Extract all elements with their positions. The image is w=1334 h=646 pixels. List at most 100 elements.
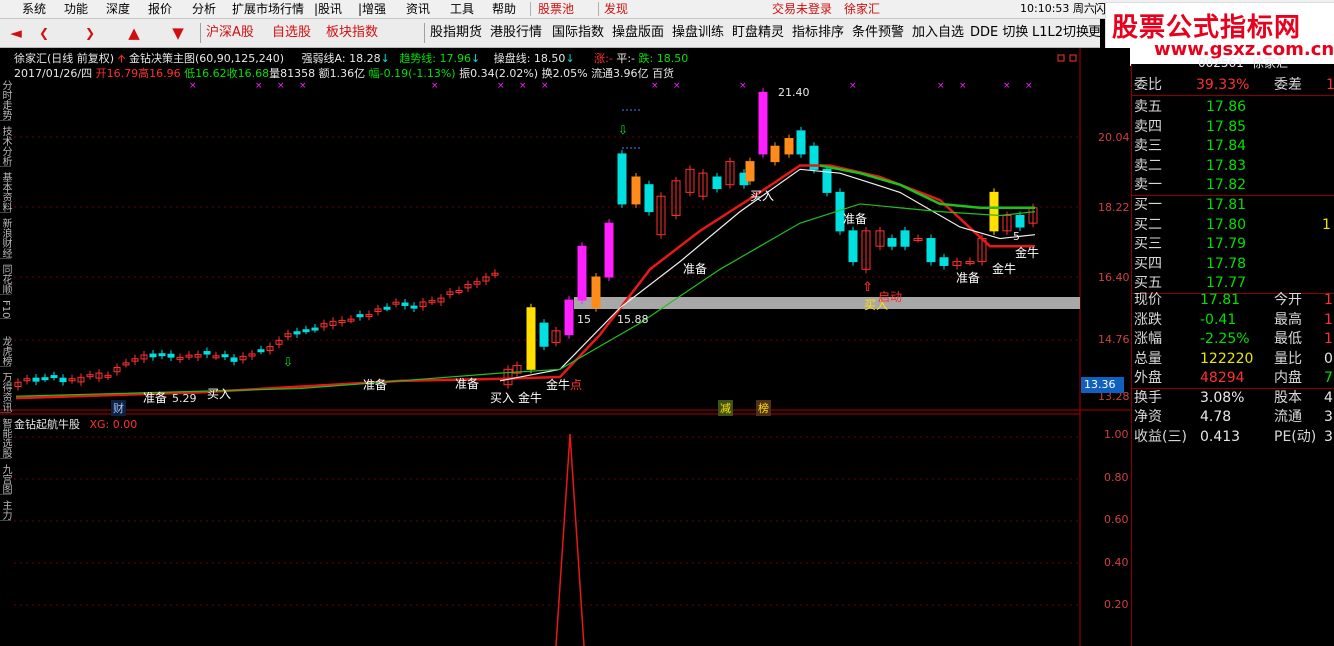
menu-stock-pool[interactable]: 股票池 [538, 1, 574, 17]
sell-level-label: 卖四 [1134, 118, 1162, 137]
signal-x-mark: × [959, 81, 967, 91]
side-tab-9[interactable]: 九宫图 [0, 464, 11, 495]
side-tab-6[interactable]: 龙虎榜 [0, 336, 11, 367]
tab-add-watchlist[interactable]: 加入自选 [912, 23, 964, 43]
tab-condition-alert[interactable]: 条件预警 [852, 23, 904, 43]
side-tab-3[interactable]: 新浪财经 [0, 218, 11, 259]
side-tab-4[interactable]: 同花顺 [0, 264, 11, 295]
tab-sector-index[interactable]: 板块指数 [326, 23, 378, 43]
side-tab-5[interactable]: F10 [0, 300, 11, 319]
tab-dde-switch[interactable]: DDE 切换 [970, 23, 1028, 43]
down-arrow-icon: ↓ [381, 52, 390, 65]
sell-price: 17.82 [1206, 176, 1246, 195]
stat-value: 73 [1324, 369, 1334, 388]
tab-index-futures[interactable]: 股指期货 [430, 23, 482, 43]
kline-chart[interactable]: ××××××××××××××××⇩⇩⇧ [0, 48, 1130, 646]
signal-golden-bull: 金牛 [518, 389, 542, 406]
candle [618, 154, 626, 204]
event-finance[interactable]: 财 [111, 400, 126, 416]
up-icon[interactable]: ▲ [120, 23, 148, 43]
candle [258, 350, 264, 352]
ma-red-line [16, 165, 1035, 398]
stat-value: 0 [1324, 350, 1333, 369]
tab-monitor[interactable]: 盯盘精灵 [732, 23, 784, 43]
tab-hk-quotes[interactable]: 港股行情 [490, 23, 542, 43]
sub-chart-xg: XG: 0.00 [90, 418, 138, 431]
signal-x-mark: × [497, 81, 505, 91]
side-tab-1[interactable]: 技术分析 [0, 126, 11, 167]
stat-label: 今开 [1274, 291, 1302, 310]
webi-row: 委比 39.33% 委差 1 [1132, 76, 1334, 96]
menu-enhance[interactable]: |增强 [358, 1, 386, 17]
tab-more[interactable]: 更 [1088, 23, 1101, 43]
buy-row: 买三 17.79 [1132, 235, 1334, 254]
tab-l1l2-switch[interactable]: L1L2切换 [1032, 23, 1089, 43]
stock-id: 002561 徐家汇 [1132, 54, 1334, 73]
side-tab-10[interactable]: 主力 [0, 500, 11, 521]
tab-indicator-sort[interactable]: 指标排序 [792, 23, 844, 43]
buy-level-label: 买一 [1134, 196, 1162, 215]
stat-value: 17 [1324, 330, 1334, 349]
die-value: 跌: 18.50 [639, 52, 689, 65]
candle [303, 330, 309, 332]
y-tick: 14.76 [1098, 333, 1130, 346]
stat-label: PE(动) [1274, 428, 1316, 447]
sell-level-label: 卖三 [1134, 137, 1162, 156]
event-list[interactable]: 榜 [756, 400, 771, 416]
candle [51, 376, 57, 378]
stat-value: 4.78 [1200, 408, 1231, 427]
stat-label: 最低 [1274, 330, 1302, 349]
menu-ext-market[interactable]: 扩展市场行情 [232, 1, 304, 17]
prev-icon[interactable]: ❮ [30, 23, 58, 43]
tab-watchlist[interactable]: 自选股 [272, 23, 311, 43]
tab-trade-layout[interactable]: 操盘版面 [612, 23, 664, 43]
stat-row: 外盘48294内盘73 [1132, 369, 1334, 389]
menu-quote[interactable]: 报价 [148, 1, 172, 17]
stat-row: 总量 122220 量比 0 [1132, 350, 1334, 369]
menu-function[interactable]: 功能 [64, 1, 88, 17]
stat-label: 股本 [1274, 389, 1302, 408]
candle [771, 146, 779, 161]
signal-golden-bull: 金牛 [992, 260, 1016, 277]
event-reduce[interactable]: 减 [718, 400, 733, 416]
candle [1016, 215, 1024, 227]
menu-system[interactable]: 系统 [22, 1, 46, 17]
sell-row: 卖二 17.83 [1132, 157, 1334, 176]
stat-value: 18 [1324, 311, 1334, 330]
menu-depth[interactable]: 深度 [106, 1, 130, 17]
stat-row: 现价17.81今开18 [1132, 291, 1334, 310]
stat-label: 涨幅 [1134, 330, 1162, 349]
tab-sh-sz-a[interactable]: 沪深A股 [206, 23, 254, 43]
candle [357, 315, 363, 317]
indicator-name[interactable]: 金钻决策主图(60,90,125,240) [129, 52, 284, 65]
back-icon[interactable]: ◄ [2, 23, 30, 43]
menu-help[interactable]: 帮助 [492, 1, 516, 17]
side-tab-0[interactable]: 分时走势 [0, 80, 11, 121]
tab-intl-index[interactable]: 国际指数 [552, 23, 604, 43]
candle [565, 300, 573, 335]
marker-icon [1070, 55, 1076, 61]
menu-news[interactable]: |股讯 [314, 1, 342, 17]
bar-vol: 量81358 [269, 67, 315, 80]
candle [927, 239, 935, 262]
signal-prepare: 准备 [843, 210, 867, 227]
stat-value: 48294 [1200, 369, 1245, 388]
candle [204, 352, 210, 355]
tab-trade-training[interactable]: 操盘训练 [672, 23, 724, 43]
side-tab-2[interactable]: 基本资料 [0, 172, 11, 213]
candle [33, 378, 39, 381]
down-icon[interactable]: ▼ [164, 23, 192, 43]
menu-info[interactable]: 资讯 [406, 1, 430, 17]
bar-amp: 幅-0.19(-1.13%) [369, 67, 456, 80]
side-tab-7[interactable]: 万得资讯 [0, 372, 11, 413]
menu-analysis[interactable]: 分析 [192, 1, 216, 17]
candle [527, 308, 535, 370]
menu-tools[interactable]: 工具 [450, 1, 474, 17]
sub-chart-title[interactable]: 金钻起航牛股 [14, 418, 80, 431]
side-tab-8[interactable]: 智能选股 [0, 418, 11, 459]
menu-discover[interactable]: 发现 [604, 1, 628, 17]
next-icon[interactable]: ❯ [76, 23, 104, 43]
sell-level-label: 卖二 [1134, 157, 1162, 176]
candle [940, 258, 948, 266]
signal-golden-bull: 金牛 [546, 376, 570, 393]
